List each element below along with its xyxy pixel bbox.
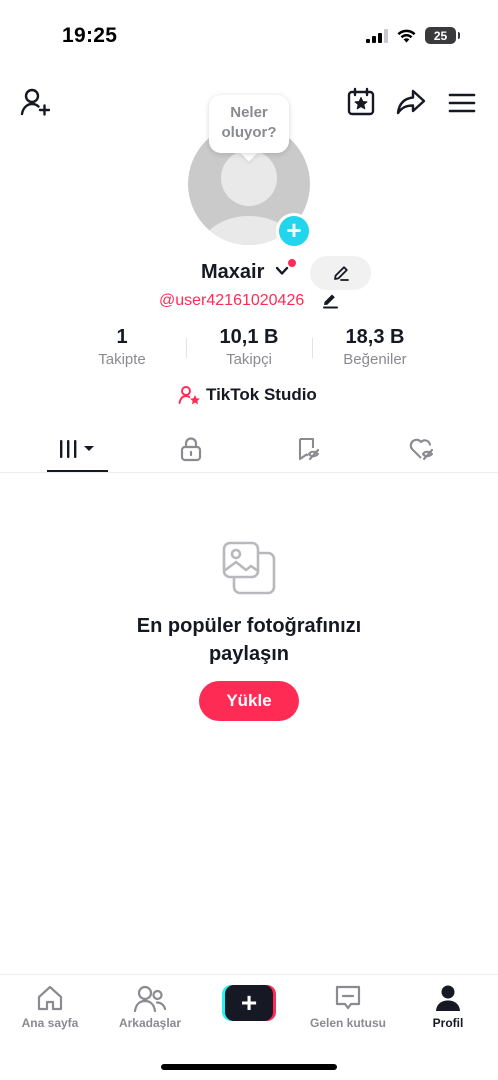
empty-state-line-1: En popüler fotoğrafınızı (136, 615, 362, 637)
username-row: Maxair (0, 256, 498, 290)
tab-divider (0, 472, 498, 473)
nav-home-label: Ana sayfa (21, 1016, 79, 1030)
add-friend-icon[interactable] (18, 86, 52, 118)
pencil-icon[interactable] (322, 292, 339, 309)
lock-icon (180, 437, 202, 462)
upload-button[interactable]: Yükle (199, 681, 299, 721)
bookmark-hidden-icon (298, 437, 320, 461)
menu-icon[interactable] (446, 88, 478, 118)
profile-name[interactable]: Maxair (201, 261, 264, 284)
tab-reposts[interactable] (278, 432, 338, 466)
chevron-down-icon[interactable] (275, 266, 289, 276)
wifi-icon (397, 29, 416, 43)
tab-videos[interactable] (47, 432, 108, 466)
friends-icon (134, 985, 166, 1012)
heart-hidden-icon (409, 438, 434, 461)
tab-private[interactable] (161, 432, 221, 466)
tab-liked[interactable] (392, 432, 452, 466)
inbox-icon (335, 985, 361, 1010)
stat-followers-value: 10,1 B (219, 326, 279, 348)
edit-profile-button[interactable] (310, 256, 371, 290)
nav-inbox[interactable]: Gelen kutusu (298, 983, 398, 1030)
pencil-icon (333, 266, 349, 281)
create-icon: + (225, 985, 273, 1021)
stat-likes-value: 18,3 B (345, 326, 405, 348)
battery-icon: 25 (425, 27, 460, 44)
empty-state-line-2: paylaşın (208, 643, 290, 665)
stat-following[interactable]: 1 Takipte (67, 326, 177, 368)
bubble-line-2: oluyor? (221, 124, 277, 141)
stat-likes[interactable]: 18,3 B Beğeniler (320, 326, 430, 368)
nav-profile-label: Profil (432, 1016, 464, 1030)
nav-friends-label: Arkadaşlar (118, 1016, 182, 1030)
grid-icon (59, 440, 94, 458)
stat-likes-label: Beğeniler (343, 351, 407, 368)
stat-following-value: 1 (116, 326, 128, 348)
status-bar: 19:25 25 (0, 0, 498, 60)
stat-followers[interactable]: 10,1 B Takipçi (194, 326, 304, 368)
signal-icon (366, 28, 388, 43)
handle-row: @user42161020426 (0, 290, 498, 312)
battery-level: 25 (433, 28, 448, 43)
status-icons: 25 (366, 27, 460, 44)
stat-divider (186, 338, 187, 358)
status-bubble[interactable]: Neler oluyor? (209, 95, 289, 153)
home-icon (37, 985, 63, 1011)
share-icon[interactable] (394, 86, 428, 118)
nav-profile[interactable]: Profil (398, 983, 498, 1030)
user-star-icon (178, 386, 200, 405)
tiktok-studio-label: TikTok Studio (206, 385, 317, 404)
empty-state-title: En popüler fotoğrafınızı paylaşın (0, 612, 498, 668)
stat-following-label: Takipte (98, 351, 146, 368)
status-time: 19:25 (62, 24, 118, 47)
photos-icon (222, 541, 276, 595)
add-photo-button[interactable]: + (276, 213, 312, 249)
calendar-star-icon[interactable] (344, 86, 378, 118)
notification-dot (288, 259, 296, 267)
tiktok-studio-link[interactable]: TikTok Studio (178, 385, 317, 405)
profile-handle: @user42161020426 (159, 292, 305, 309)
bubble-line-1: Neler (230, 104, 268, 121)
stat-divider (312, 338, 313, 358)
profile-icon (436, 985, 460, 1011)
nav-inbox-label: Gelen kutusu (309, 1016, 386, 1030)
home-indicator (161, 1064, 337, 1070)
nav-friends[interactable]: Arkadaşlar (100, 983, 200, 1030)
nav-home[interactable]: Ana sayfa (0, 983, 100, 1030)
stat-followers-label: Takipçi (226, 351, 272, 368)
create-button[interactable]: + (222, 985, 276, 1021)
